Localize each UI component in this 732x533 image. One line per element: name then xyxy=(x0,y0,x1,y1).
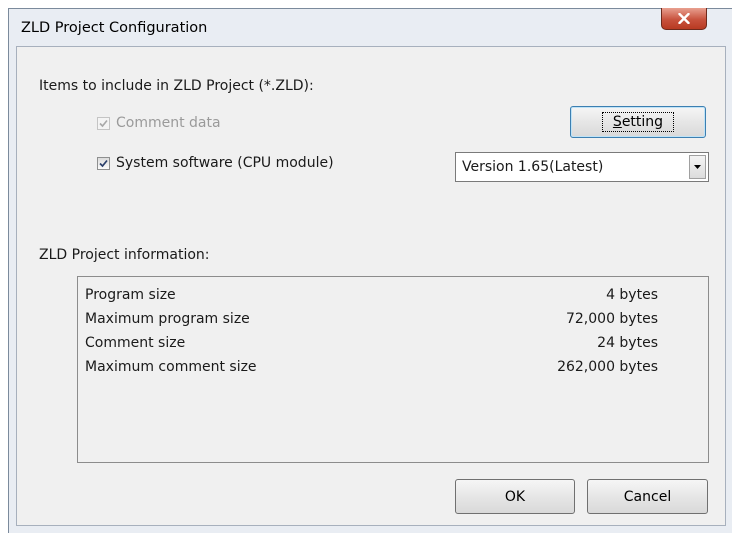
checkmark-icon xyxy=(99,159,108,167)
system-software-label: System software (CPU module) xyxy=(116,155,334,171)
info-section-label: ZLD Project information: xyxy=(39,247,210,263)
dropdown-arrow[interactable] xyxy=(689,155,706,179)
ok-button[interactable]: OK xyxy=(455,479,575,514)
info-row-value: 24 bytes xyxy=(597,335,658,351)
version-select[interactable]: Version 1.65(Latest) xyxy=(455,152,709,182)
dialog-window: ZLD Project Configuration Items to inclu… xyxy=(8,8,732,533)
checkmark-icon xyxy=(99,119,108,127)
chevron-down-icon xyxy=(694,165,701,169)
dialog-body: Items to include in ZLD Project (*.ZLD):… xyxy=(16,46,726,526)
title-bar[interactable]: ZLD Project Configuration xyxy=(9,8,732,47)
project-info-box: Program size 4 bytes Maximum program siz… xyxy=(77,276,709,463)
system-software-checkbox-row: System software (CPU module) xyxy=(97,155,334,171)
info-row-name: Maximum comment size xyxy=(85,359,257,375)
info-row-name: Comment size xyxy=(85,335,186,351)
info-row-value: 72,000 bytes xyxy=(565,311,658,327)
info-row-value: 4 bytes xyxy=(606,287,658,303)
setting-button-label: Setting xyxy=(601,112,675,132)
comment-data-checkbox-row: Comment data xyxy=(97,115,221,131)
system-software-checkbox[interactable] xyxy=(97,156,110,170)
items-section-label: Items to include in ZLD Project (*.ZLD): xyxy=(39,78,314,94)
info-row-value: 262,000 bytes xyxy=(557,359,658,375)
cancel-button[interactable]: Cancel xyxy=(587,479,708,514)
info-row: Comment size 24 bytes xyxy=(85,335,658,351)
info-row-name: Program size xyxy=(85,287,176,303)
info-row-name: Maximum program size xyxy=(85,311,250,327)
comment-data-label: Comment data xyxy=(116,115,221,131)
window-title: ZLD Project Configuration xyxy=(21,20,208,36)
version-select-value: Version 1.65(Latest) xyxy=(462,159,604,175)
close-icon xyxy=(678,13,690,24)
info-row: Maximum comment size 262,000 bytes xyxy=(85,359,658,375)
close-button[interactable] xyxy=(661,8,707,30)
setting-button[interactable]: Setting xyxy=(570,106,706,138)
info-row: Program size 4 bytes xyxy=(85,287,658,303)
info-row: Maximum program size 72,000 bytes xyxy=(85,311,658,327)
comment-data-checkbox[interactable] xyxy=(97,116,110,130)
